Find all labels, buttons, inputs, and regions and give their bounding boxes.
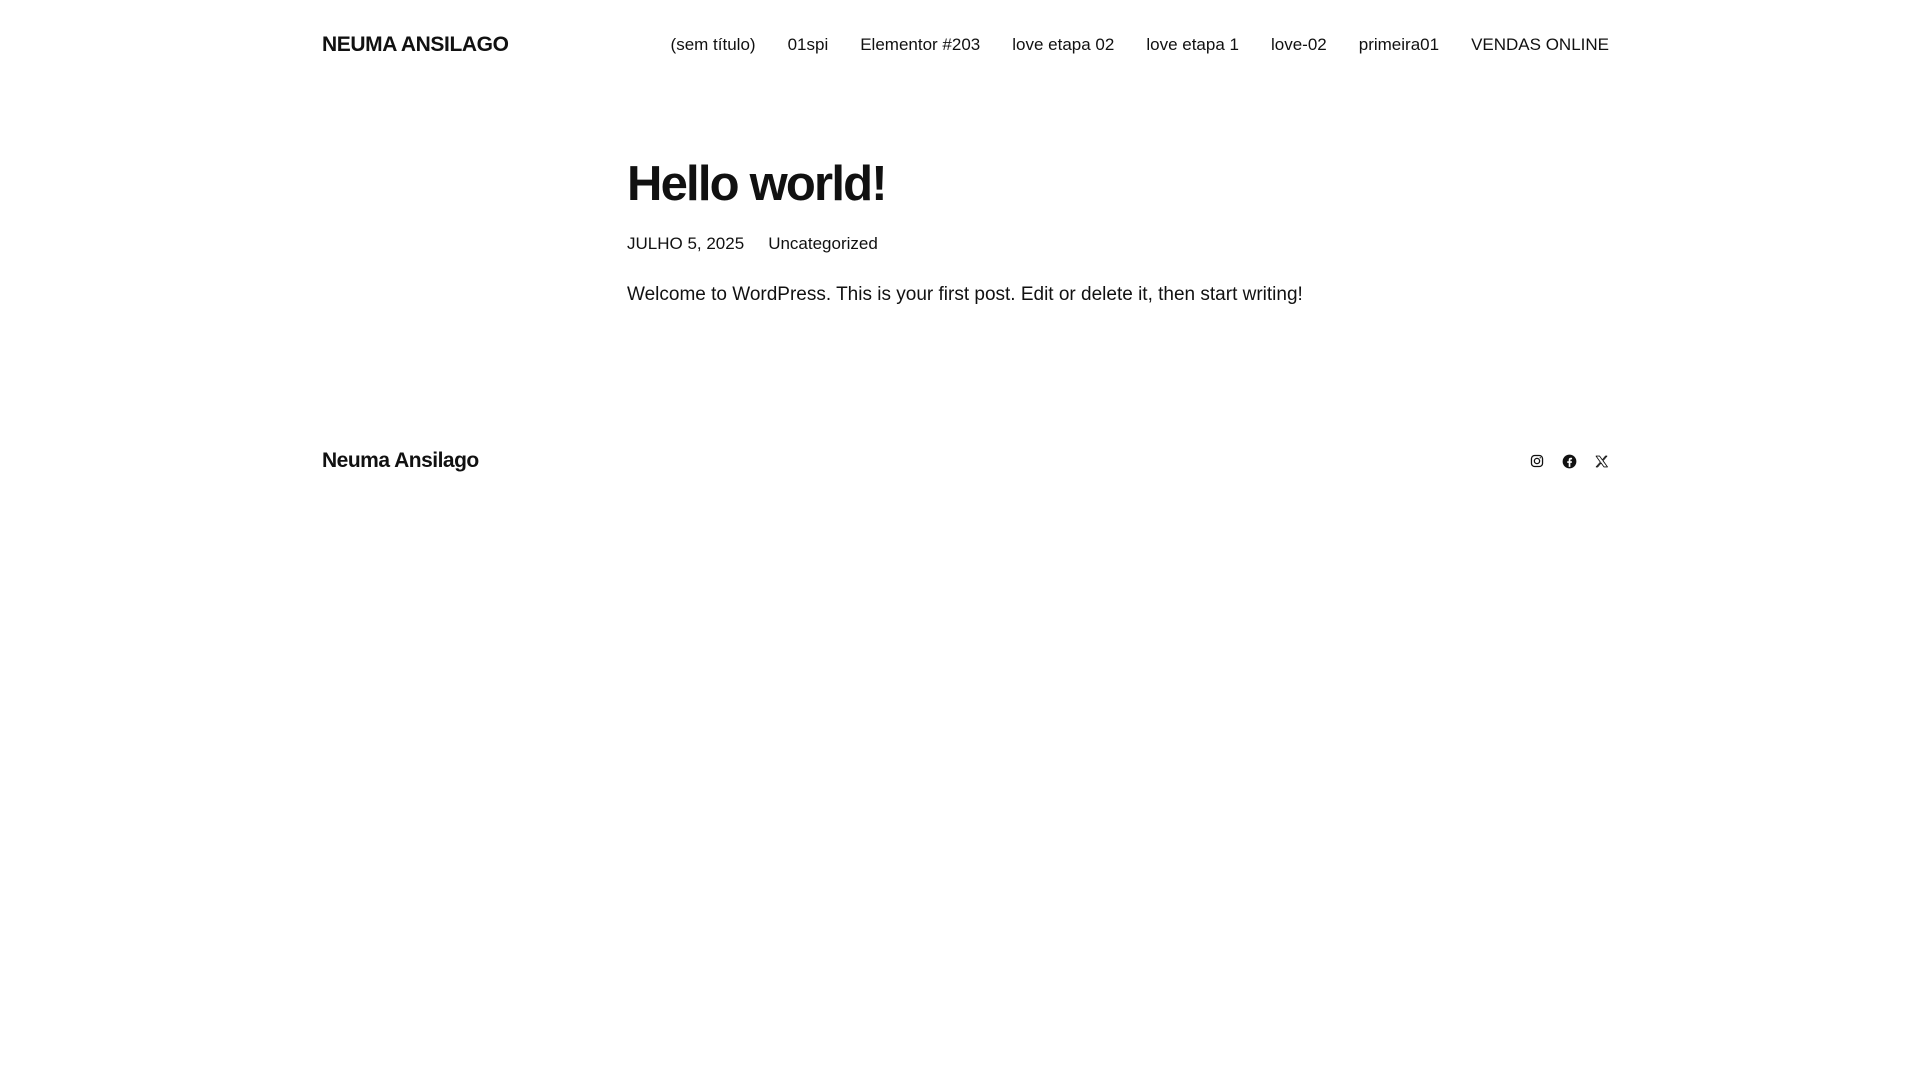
facebook-icon[interactable] [1561,453,1577,469]
post-date[interactable]: JULHO 5, 2025 [627,232,744,256]
main-navigation: (sem título) 01spi Elementor #203 love e… [671,35,1609,55]
post-title[interactable]: Hello world! [627,150,1327,218]
post-category-link[interactable]: Uncategorized [768,232,878,256]
nav-item-01spi[interactable]: 01spi [788,35,829,55]
site-header: NEUMA ANSILAGO (sem título) 01spi Elemen… [322,28,1609,62]
post-meta: JULHO 5, 2025 Uncategorized [627,232,1327,256]
instagram-icon[interactable] [1529,453,1545,469]
site-title-link[interactable]: NEUMA ANSILAGO [322,33,509,57]
nav-item-vendas-online[interactable]: VENDAS ONLINE [1471,35,1609,55]
post: Hello world! JULHO 5, 2025 Uncategorized… [627,150,1327,309]
footer-site-title-link[interactable]: Neuma Ansilago [322,449,479,473]
nav-item-love-etapa-02[interactable]: love etapa 02 [1012,35,1114,55]
nav-item-love-02[interactable]: love-02 [1271,35,1327,55]
nav-item-elementor-203[interactable]: Elementor #203 [860,35,980,55]
social-links [1529,453,1609,469]
page: NEUMA ANSILAGO (sem título) 01spi Elemen… [0,0,1920,1080]
post-excerpt: Welcome to WordPress. This is your first… [627,284,1303,305]
nav-item-primeira01[interactable]: primeira01 [1359,35,1439,55]
x-icon[interactable] [1593,453,1609,469]
nav-item-love-etapa-1[interactable]: love etapa 1 [1146,35,1239,55]
site-footer: Neuma Ansilago [322,445,1609,477]
nav-item-sem-titulo[interactable]: (sem título) [671,35,756,55]
